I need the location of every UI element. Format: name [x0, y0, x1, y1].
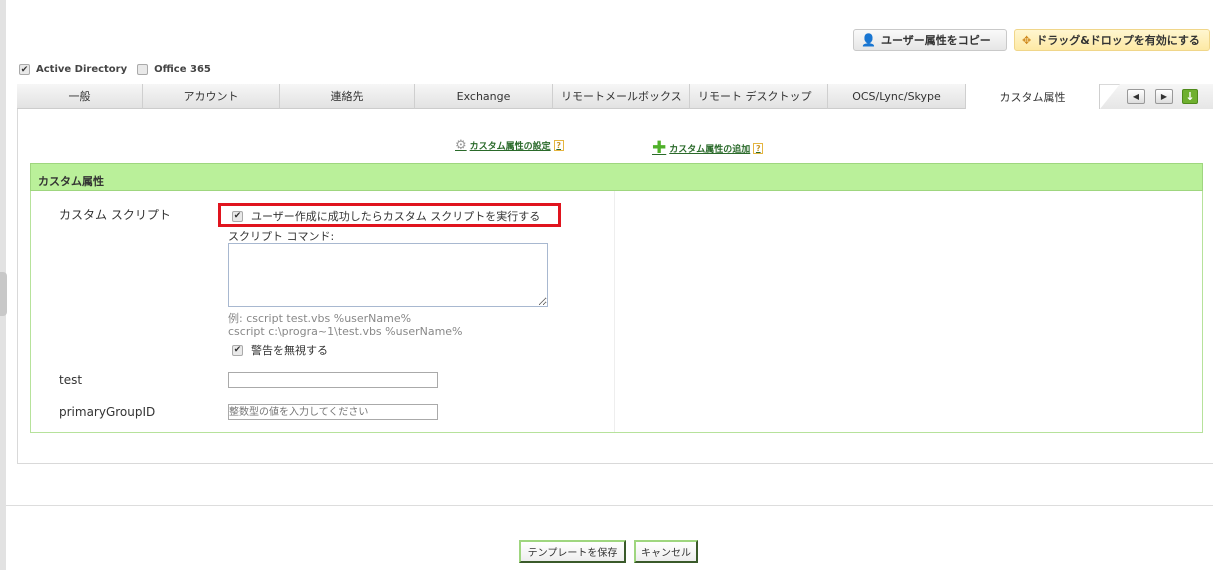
custom-attr-add-link[interactable]: ✚ カスタム属性の追加?: [652, 138, 764, 158]
primary-group-id-label: primaryGroupID: [59, 405, 156, 419]
sidebar-toggle-handle[interactable]: [0, 272, 7, 316]
script-command-textarea[interactable]: [228, 243, 548, 307]
example-hint-1: 例: cscript test.vbs %userName%: [228, 312, 412, 325]
office365-checkbox[interactable]: [137, 64, 149, 75]
help-icon[interactable]: ?: [753, 142, 764, 154]
column-divider: [614, 191, 615, 432]
cancel-button[interactable]: キャンセル: [634, 540, 698, 563]
tab-general[interactable]: 一般: [17, 84, 143, 109]
active-directory-checkbox[interactable]: ✔: [19, 64, 30, 75]
footer-divider: [6, 505, 1213, 506]
primary-group-id-input[interactable]: [228, 404, 438, 420]
tab-ocs-lync-skype[interactable]: OCS/Lync/Skype: [828, 84, 966, 109]
enable-drag-drop-button[interactable]: ✥ ドラッグ&ドロップを有効にする: [1014, 29, 1210, 51]
script-command-label: スクリプト コマンド:: [228, 230, 335, 243]
custom-attributes-section: [30, 163, 1203, 433]
tab-remote-desktop[interactable]: リモート デスクトップ: [690, 84, 828, 109]
plus-icon: ✚: [652, 138, 667, 158]
custom-attr-settings-link[interactable]: ⚙ カスタム属性の設定?: [455, 138, 564, 153]
save-template-button[interactable]: テンプレートを保存: [519, 540, 626, 563]
tab-prev-button[interactable]: ◀: [1127, 89, 1145, 104]
run-script-checkbox[interactable]: ✔: [232, 210, 243, 222]
tab-next-button[interactable]: ▶: [1155, 89, 1173, 104]
gear-icon: ⚙: [455, 138, 467, 153]
tab-bar: 一般 アカウント 連絡先 Exchange リモートメールボックス リモート デ…: [17, 84, 1100, 109]
test-label: test: [59, 373, 83, 387]
copy-user-attributes-button[interactable]: 👤 ユーザー属性をコピー: [853, 29, 1007, 51]
tab-menu-down-icon[interactable]: ↓: [1182, 89, 1198, 104]
example-hint-2: cscript c:\progra~1\test.vbs %userName%: [228, 325, 463, 338]
help-icon[interactable]: ?: [553, 140, 564, 151]
tab-exchange[interactable]: Exchange: [415, 84, 553, 109]
ignore-warning-checkbox[interactable]: ✔: [232, 344, 243, 356]
tab-contact[interactable]: 連絡先: [280, 84, 415, 109]
custom-script-label: カスタム スクリプト: [59, 208, 171, 222]
tab-remote-mailbox[interactable]: リモートメールボックス: [553, 84, 690, 109]
move-icon: ✥: [1022, 33, 1032, 47]
user-icon: 👤: [861, 33, 876, 47]
source-selector: ✔ Active Directory Office 365: [19, 64, 211, 75]
tab-account[interactable]: アカウント: [143, 84, 280, 109]
tab-custom-attributes[interactable]: カスタム属性: [966, 84, 1100, 109]
section-header: カスタム属性: [30, 163, 1203, 191]
test-input[interactable]: [228, 372, 438, 388]
